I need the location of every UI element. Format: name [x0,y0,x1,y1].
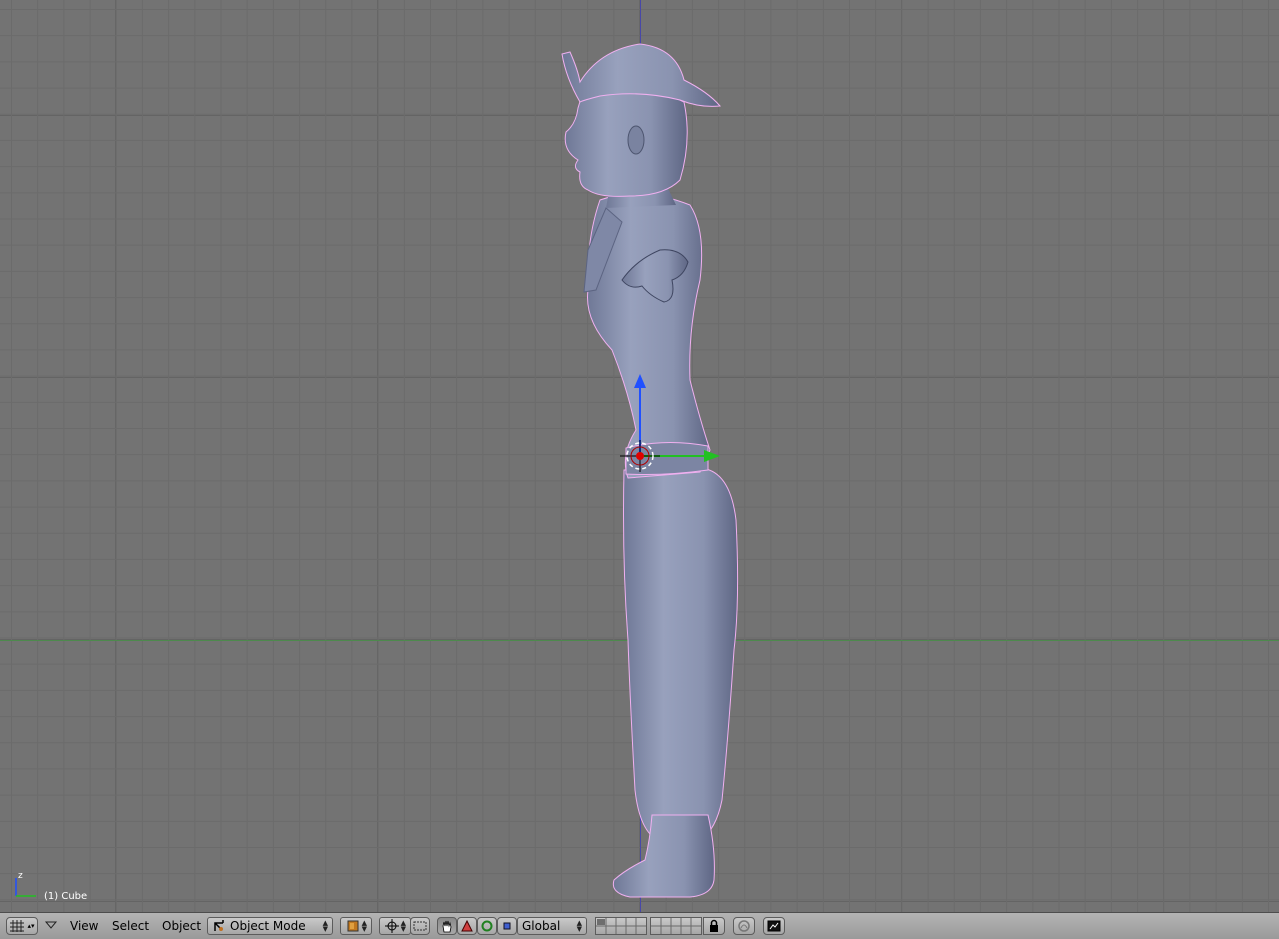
gizmo-z-arrow[interactable] [634,374,646,388]
layer-buttons-group-1[interactable] [595,917,647,935]
axis-indicator-label: z [18,871,23,881]
3d-viewport[interactable]: z (1) Cube [0,0,1279,912]
mesh-foot [612,814,715,898]
scale-manipulator-button[interactable] [497,917,517,935]
layer-buttons-group-2[interactable] [650,917,702,935]
translate-manipulator-button[interactable] [457,917,477,935]
lock-icon [710,919,718,932]
mesh-trousers [623,467,739,843]
orientation-dropdown[interactable]: Global ▲ ▼ [517,917,587,935]
shading-dropdown[interactable]: ▲ ▼ [340,917,372,935]
layer-grid-2[interactable] [651,918,701,934]
editor-type-button[interactable]: ▴▾ [6,917,38,935]
snap-icon [413,921,427,931]
scale-manipulator-icon [503,922,511,930]
object-mode-icon [214,920,224,931]
solid-shading-icon [347,920,359,932]
gizmo-y-arrow[interactable] [704,450,720,462]
object-origin-icon [636,452,644,460]
viewport-header: ▴▾ View Select Object Object Mode ▲ ▼ ▲ ▼ … [0,912,1279,939]
mode-dropdown[interactable]: Object Mode ▲ ▼ [207,917,333,935]
render-button[interactable] [763,917,785,935]
layer-1-active[interactable] [597,919,605,925]
rotate-manipulator-button[interactable] [477,917,497,935]
transform-manipulator[interactable] [600,360,730,480]
object-menu[interactable]: Object [162,919,201,933]
pivot-point-icon [385,919,399,933]
mesh-head [564,88,688,197]
snap-button[interactable] [410,917,430,935]
translate-manipulator-icon [461,920,473,932]
manipulator-toggle[interactable] [437,917,457,935]
grid-icon [10,920,25,932]
hand-manipulator-icon [442,920,452,933]
active-object-label: (1) Cube [44,891,88,902]
pivot-dropdown[interactable]: ▲ ▼ [379,917,411,935]
header-collapse-button[interactable] [44,919,58,934]
mode-label: Object Mode [230,919,306,933]
triangle-down-icon [44,921,58,929]
proportional-edit-icon [738,920,750,932]
proportional-edit-button[interactable] [733,917,755,935]
view-menu[interactable]: View [70,919,98,933]
view-axis-indicator: z [15,871,36,897]
mesh-ear [627,125,645,155]
layers-lock-button[interactable] [703,917,725,935]
select-menu[interactable]: Select [112,919,149,933]
layer-grid-1[interactable] [596,918,646,934]
render-icon [767,920,781,932]
rotate-manipulator-icon [481,920,493,932]
orientation-label: Global [522,919,561,933]
